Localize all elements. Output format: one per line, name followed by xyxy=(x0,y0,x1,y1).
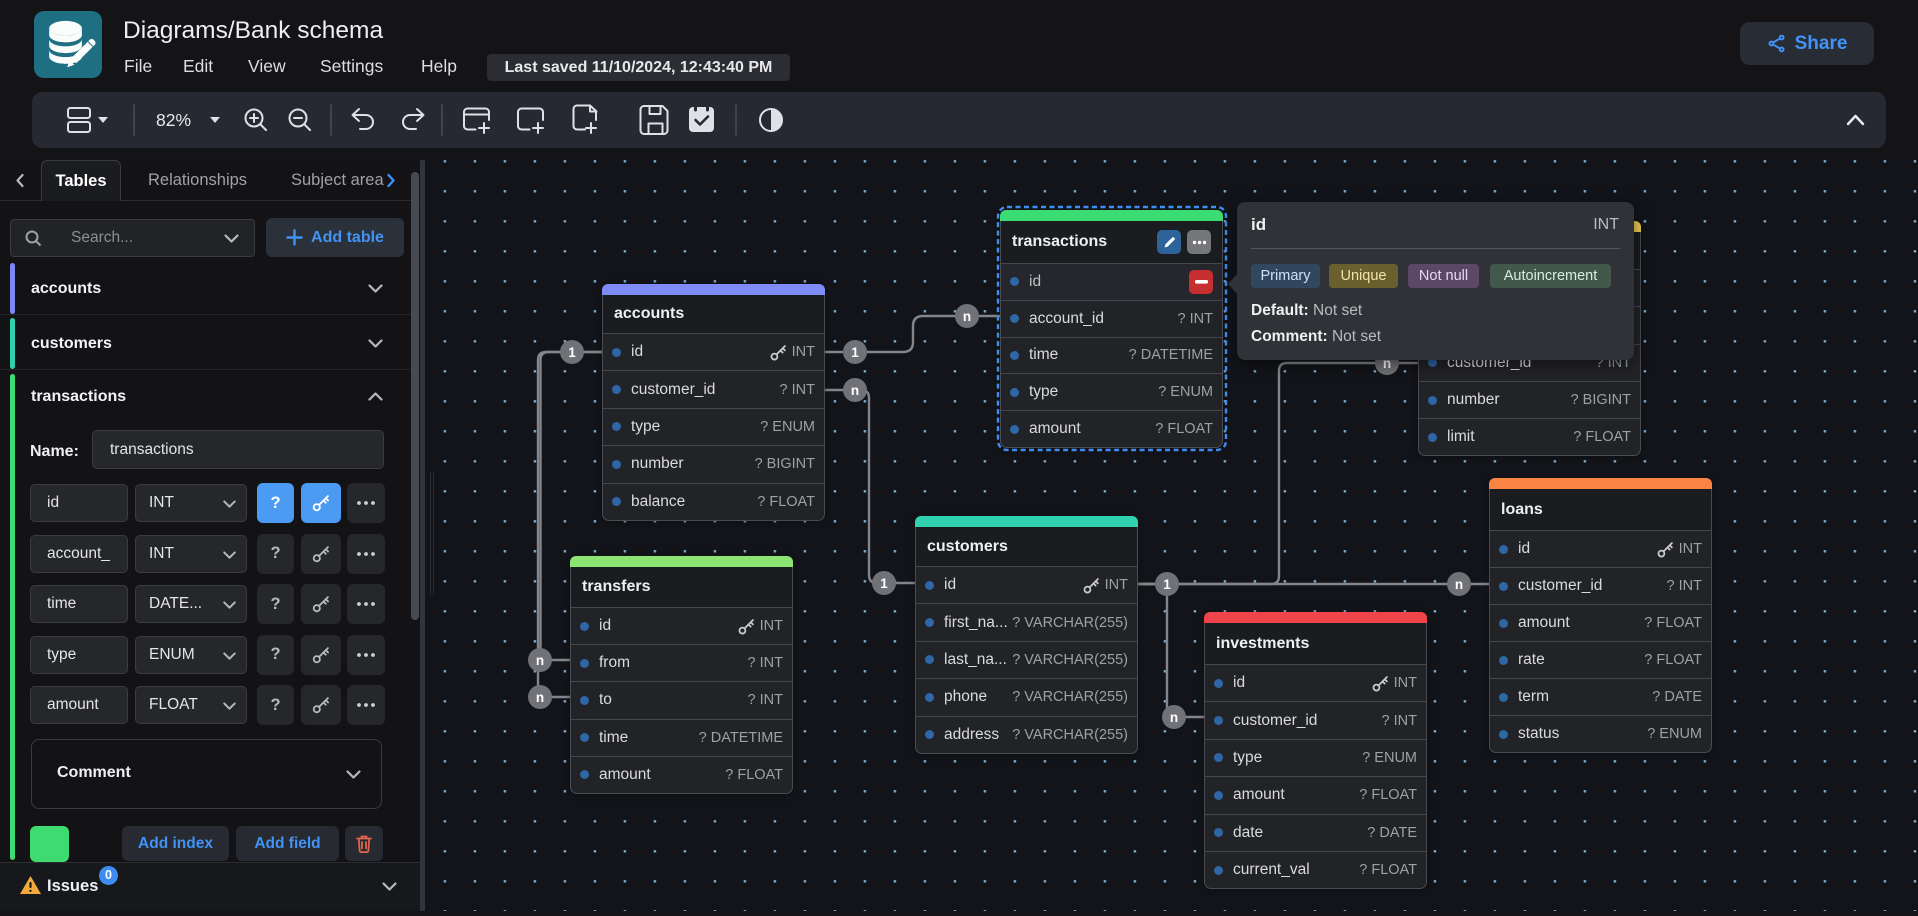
svg-text:82%: 82% xyxy=(156,110,191,130)
